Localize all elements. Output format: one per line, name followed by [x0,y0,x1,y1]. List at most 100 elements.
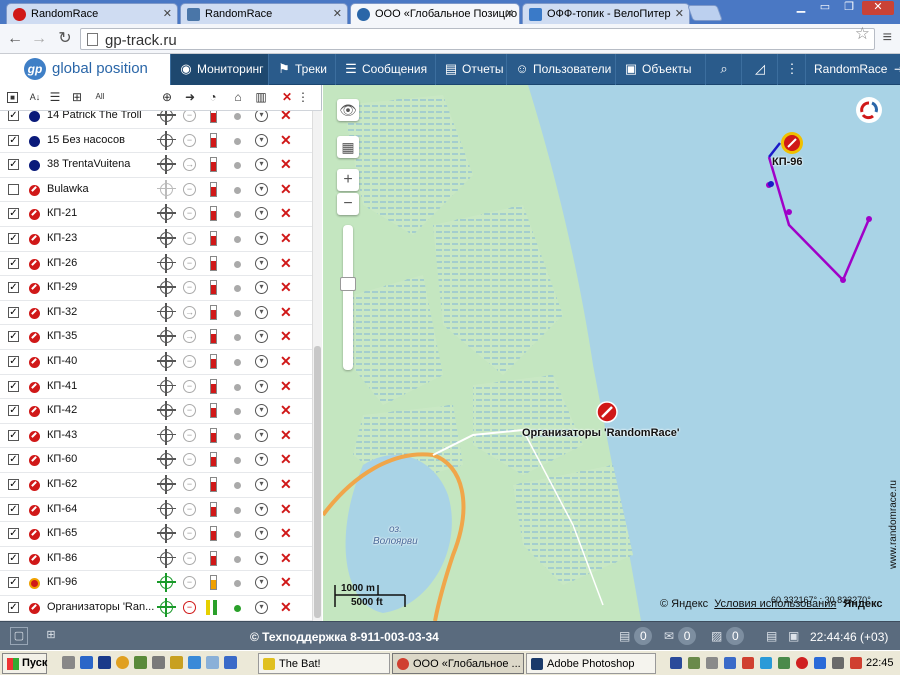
locate-target-icon[interactable] [157,253,176,273]
browser-tab[interactable]: RandomRace ✕ [6,3,178,24]
locate-target-icon[interactable] [157,302,176,322]
telegram-icon[interactable] [760,657,772,669]
object-name[interactable]: КП-29 [47,281,77,293]
remove-object-icon[interactable]: ✕ [280,599,292,616]
start-button[interactable]: Пуск [2,653,47,674]
object-checkbox[interactable]: ✓ [8,479,19,490]
sent-counter[interactable]: ✉ 0 [664,627,697,645]
remove-object-icon[interactable]: ✕ [280,550,292,567]
follow-icon[interactable]: − [183,379,196,393]
remove-object-icon[interactable]: ✕ [280,156,292,173]
object-name[interactable]: 14 Patrick The Troll [47,111,142,121]
follow-icon[interactable]: − [183,428,196,442]
follow-icon[interactable]: − [183,576,196,590]
minimize-icon[interactable]: ▁ [790,1,812,15]
object-name[interactable]: 15 Без насосов [47,134,125,146]
map-type-button[interactable]: ▦ [337,136,359,158]
locate-target-icon[interactable] [157,524,176,544]
expand-icon[interactable]: ▾ [255,576,268,590]
taskbar-item-thebat[interactable]: The Bat! [258,653,390,674]
bookmark-star-icon[interactable]: ☆ [855,24,870,44]
list-view-icon[interactable]: ☰ [48,90,62,104]
close-window-icon[interactable]: ✕ [862,1,894,15]
object-row[interactable]: ✓ КП-86 − ▾ ✕ [0,547,312,572]
follow-icon[interactable]: → [183,330,196,344]
remove-object-icon[interactable]: ✕ [280,476,292,493]
locate-target-icon[interactable] [157,450,176,470]
quicklaunch-icon[interactable] [188,656,201,669]
nav-tracks[interactable]: ⚑ Треки [268,54,335,85]
quicklaunch-icon[interactable] [170,656,183,669]
remove-object-icon[interactable]: ✕ [280,279,292,296]
object-row[interactable]: ✓ Организаторы 'Ran... − ▾ ✕ [0,596,312,621]
taskbar-item-chrome[interactable]: ООО «Глобальное ... [392,653,524,674]
remove-object-icon[interactable]: ✕ [280,205,292,222]
zoom-out-button[interactable]: − [337,193,359,215]
expand-icon[interactable]: ▾ [255,232,268,245]
remove-object-icon[interactable]: ✕ [280,181,292,198]
locate-target-icon[interactable] [157,548,176,568]
object-row[interactable]: ✓ 38 TrentaVuitena → ▾ ✕ [0,153,312,178]
expand-icon[interactable]: ▾ [255,256,268,270]
nav-objects[interactable]: ▣ Объекты [615,54,705,85]
object-row[interactable]: ✓ КП-60 − ▾ ✕ [0,448,312,473]
object-row[interactable]: ✓ 14 Patrick The Troll − ▾ ✕ [0,111,312,129]
expand-icon[interactable]: ▾ [255,133,268,147]
tray-icon[interactable] [742,657,754,669]
locate-target-icon[interactable] [157,229,176,248]
object-row[interactable]: ✓ КП-65 − ▾ ✕ [0,522,312,547]
locate-target-icon[interactable] [157,475,176,494]
object-checkbox[interactable]: ✓ [8,208,19,220]
layers-visibility-button[interactable]: 👁 [337,99,359,121]
object-name[interactable]: Организаторы 'Ran... [47,601,154,613]
object-row[interactable]: ✓ КП-43 − ▾ ✕ [0,424,312,449]
arrow-circle-icon[interactable]: ➜ [183,90,197,104]
restore-icon[interactable]: ❐ [838,1,860,15]
remove-object-icon[interactable]: ✕ [280,353,292,370]
grid-icon[interactable]: ⊞ [42,627,60,645]
object-row[interactable]: ✓ КП-41 − ▾ ✕ [0,375,312,400]
remove-object-icon[interactable]: ✕ [280,501,292,518]
object-row[interactable]: ✓ КП-96 − ▾ ✕ [0,571,312,596]
object-checkbox[interactable] [8,183,19,195]
expand-icon[interactable]: ▾ [255,527,268,541]
object-name[interactable]: КП-42 [47,404,77,416]
search-button[interactable]: ⌕ [705,54,741,85]
follow-icon[interactable]: − [183,133,196,147]
locate-target-icon[interactable] [157,376,176,396]
locate-target-icon[interactable] [157,130,176,150]
expand-icon[interactable]: ▾ [255,111,268,122]
expand-icon[interactable]: ▾ [255,428,268,442]
object-row[interactable]: ✓ КП-42 − ▾ ✕ [0,399,312,424]
more-icon[interactable]: ⋮ [296,90,310,104]
expand-icon[interactable]: ▾ [255,404,268,418]
more-button[interactable]: ⋮ [777,54,805,85]
close-tab-icon[interactable]: ✕ [675,7,684,20]
locate-target-icon[interactable] [157,111,176,125]
nav-reports[interactable]: ▤ Отчеты [435,54,506,85]
zoom-slider[interactable] [343,225,353,370]
show-all-icon[interactable]: All [93,90,107,104]
remove-object-icon[interactable]: ✕ [280,574,292,591]
locate-target-icon[interactable] [157,499,176,519]
expand-icon[interactable]: ▾ [255,453,268,467]
tray-icon[interactable] [724,657,736,669]
expand-icon[interactable]: ▾ [255,379,268,393]
object-name[interactable]: КП-21 [47,207,77,219]
expand-icon[interactable]: ▾ [255,601,268,614]
url-input[interactable]: gp-track.ru [80,28,875,50]
object-row[interactable]: ✓ КП-40 − ▾ ✕ [0,350,312,375]
remove-object-icon[interactable]: ✕ [280,255,292,272]
delete-icon[interactable]: ✕ [280,90,294,104]
expand-icon[interactable]: ▾ [255,158,268,172]
object-name[interactable]: КП-60 [47,453,77,465]
object-checkbox[interactable]: ✓ [8,528,19,540]
expand-icon[interactable]: ▾ [255,330,268,344]
terms-link[interactable]: Условия использования [714,598,836,610]
window-mode-icon[interactable]: ▭ [814,1,836,15]
messages-counter[interactable]: ▤ 0 [619,627,653,645]
object-name[interactable]: КП-23 [47,232,77,244]
remove-object-icon[interactable]: ✕ [280,451,292,468]
object-checkbox[interactable]: ✓ [8,134,19,146]
object-row[interactable]: ✓ КП-32 → ▾ ✕ [0,301,312,326]
